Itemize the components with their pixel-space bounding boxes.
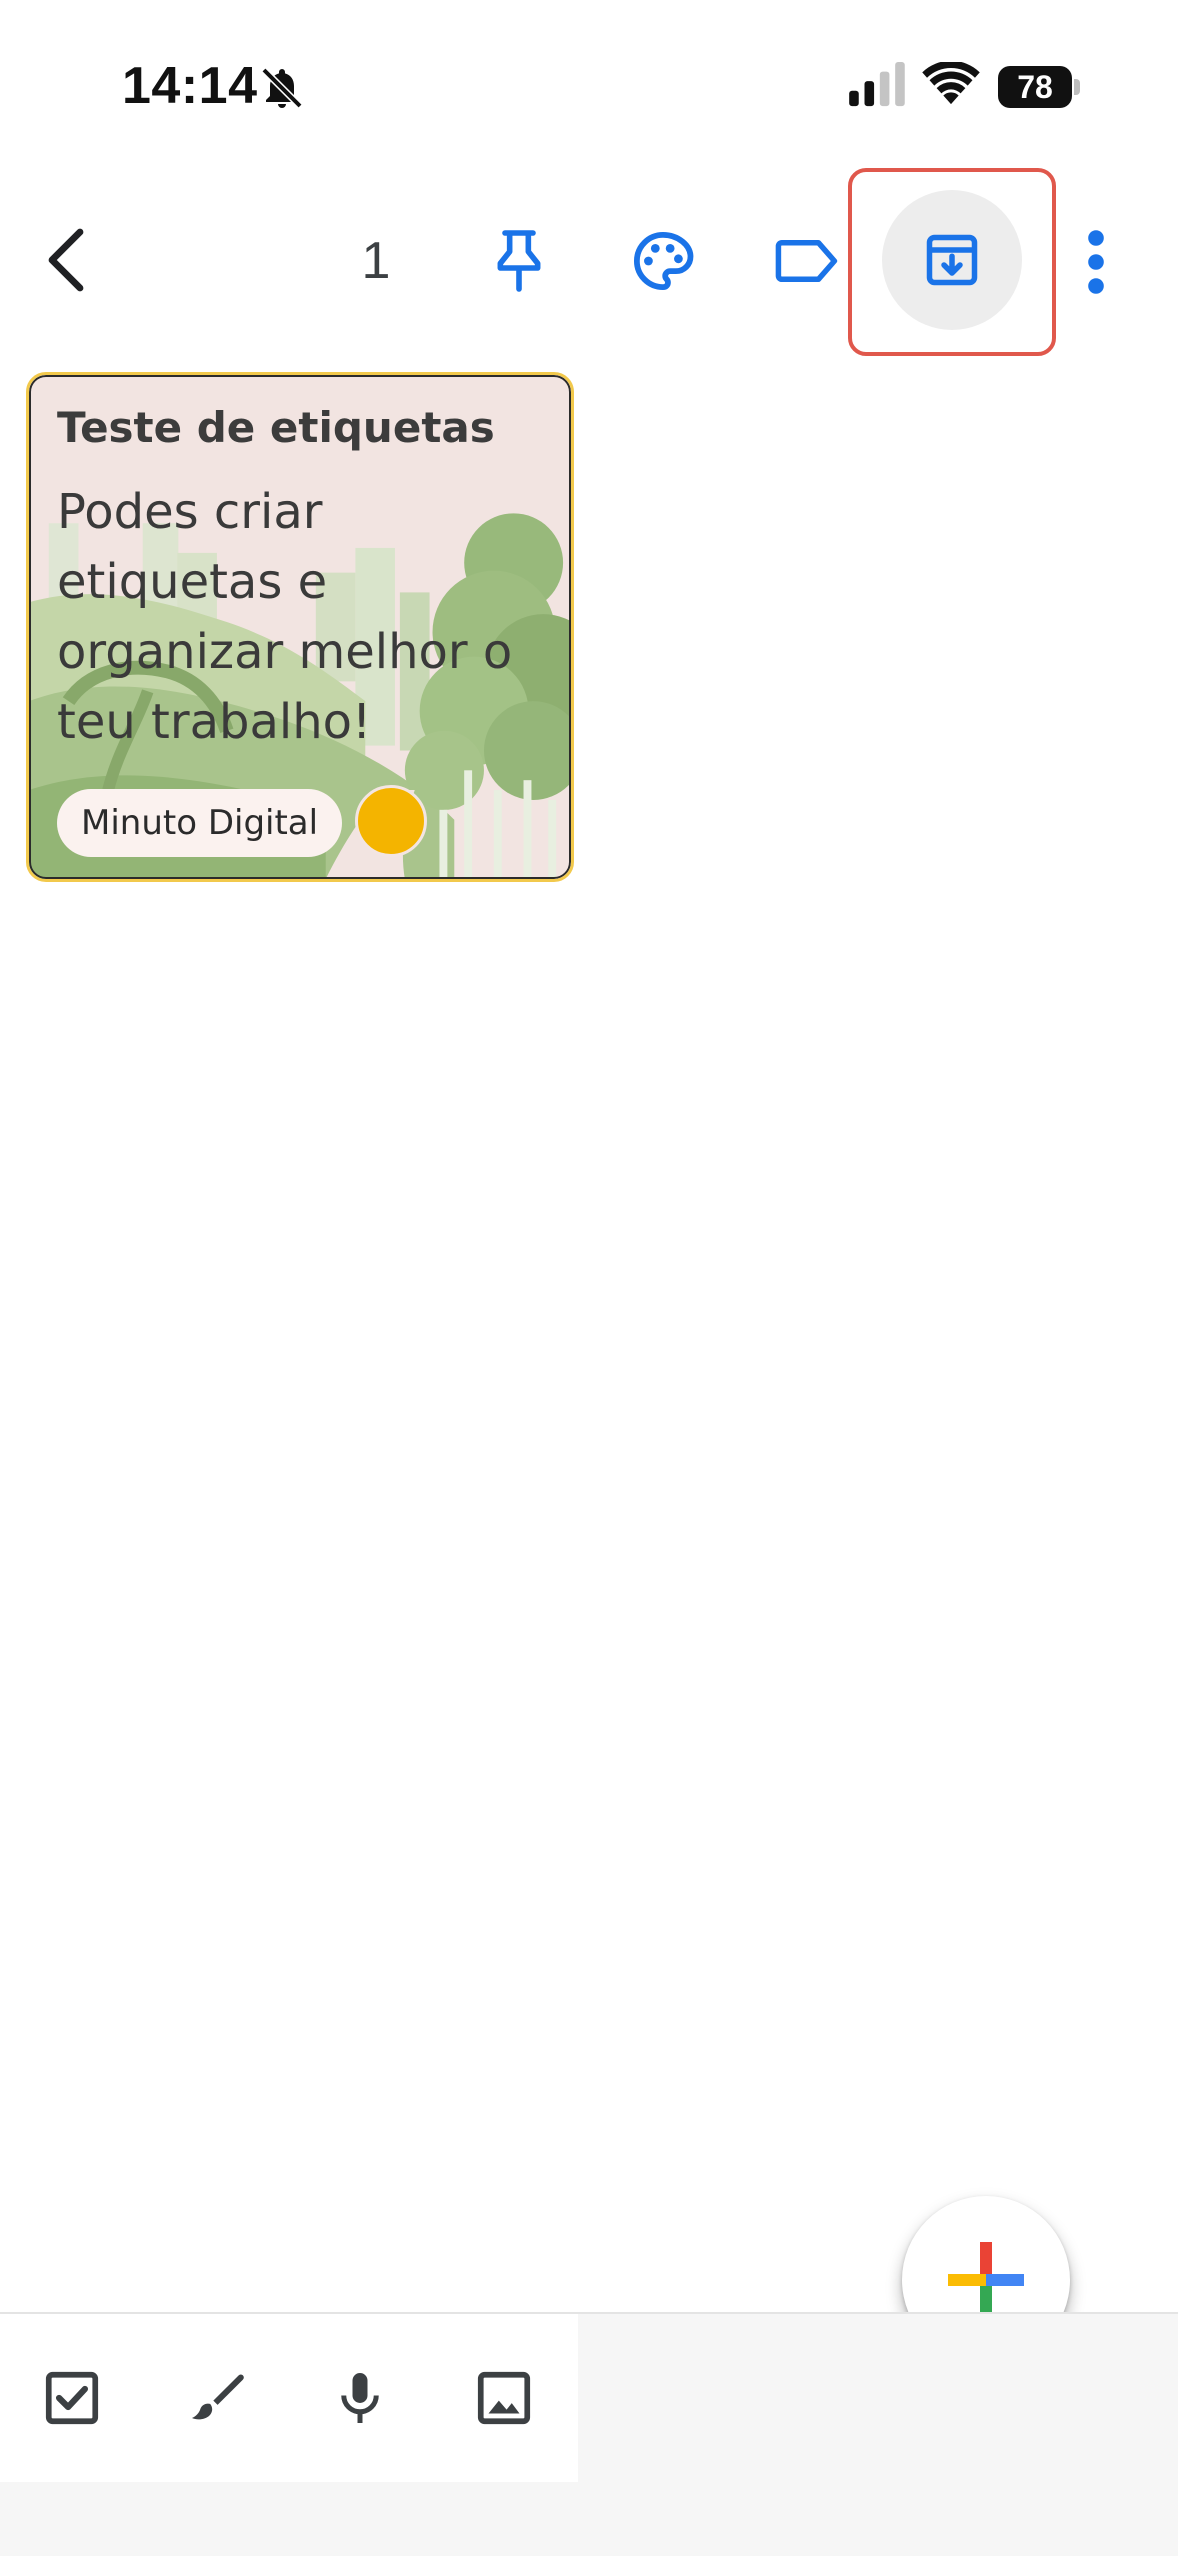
new-list-button[interactable] bbox=[32, 2358, 112, 2438]
note-card[interactable]: Teste de etiquetas Podes criar etiquetas… bbox=[26, 372, 574, 882]
new-drawing-button[interactable] bbox=[176, 2358, 256, 2438]
checkbox-icon bbox=[45, 2371, 99, 2425]
brush-icon bbox=[192, 2374, 244, 2420]
pin-button[interactable] bbox=[474, 216, 564, 306]
label-chip[interactable]: Minuto Digital bbox=[57, 789, 343, 857]
color-dot bbox=[355, 785, 427, 857]
palette-icon bbox=[633, 231, 694, 291]
plus-icon bbox=[948, 2242, 1024, 2318]
palette-button[interactable] bbox=[618, 216, 708, 306]
mic-icon bbox=[341, 2373, 379, 2423]
battery-indicator: 78 bbox=[998, 66, 1080, 108]
note-body: Podes criar etiquetas e organizar melhor… bbox=[57, 484, 513, 750]
new-voice-note-button[interactable] bbox=[320, 2358, 400, 2438]
label-icon bbox=[775, 239, 838, 283]
status-time: 14:14 bbox=[122, 57, 258, 115]
image-icon bbox=[477, 2371, 531, 2425]
bell-off-icon bbox=[261, 67, 303, 109]
pin-icon bbox=[497, 230, 541, 292]
note-title: Teste de etiquetas bbox=[57, 403, 495, 452]
new-image-note-button[interactable] bbox=[464, 2358, 544, 2438]
battery-level: 78 bbox=[1017, 68, 1053, 105]
archive-highlight-box bbox=[848, 168, 1056, 356]
cellular-signal-icon bbox=[849, 62, 905, 107]
label-button[interactable] bbox=[762, 216, 852, 306]
selected-count: 1 bbox=[361, 232, 391, 290]
back-button[interactable] bbox=[34, 218, 98, 302]
back-arrow-icon bbox=[48, 228, 84, 292]
wifi-icon bbox=[922, 62, 980, 105]
more-vert-icon[interactable] bbox=[1074, 226, 1118, 298]
